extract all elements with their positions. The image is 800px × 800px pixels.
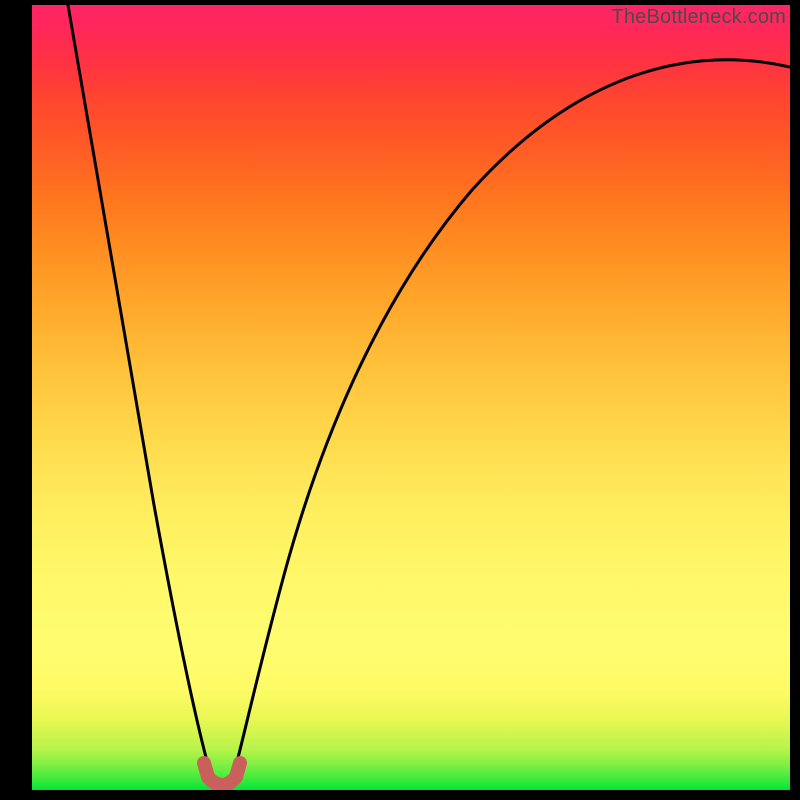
plot-curves xyxy=(32,5,790,790)
plot-frame xyxy=(32,5,790,790)
curve-right-branch xyxy=(232,60,790,781)
trough-marker xyxy=(204,763,240,785)
curve-left-branch xyxy=(68,5,214,781)
